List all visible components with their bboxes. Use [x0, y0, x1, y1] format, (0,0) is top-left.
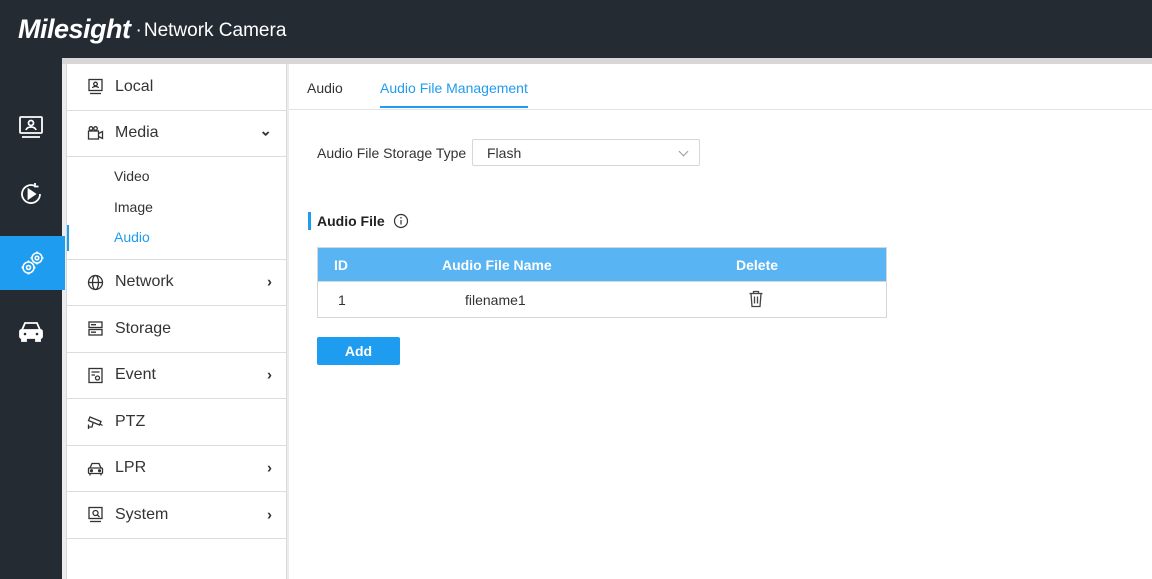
menu-item-system[interactable]: System ›: [67, 492, 286, 539]
menu-item-media[interactable]: Media ⌄: [67, 111, 286, 157]
product-dot: ·: [135, 20, 142, 41]
network-icon: [87, 274, 104, 291]
tab-audio-file-management[interactable]: Audio File Management: [380, 80, 528, 108]
column-header-name: Audio File Name: [442, 257, 552, 273]
media-submenu: Video Image Audio: [67, 157, 286, 260]
storage-type-label: Audio File Storage Type: [317, 145, 467, 161]
menu-item-lpr[interactable]: LPR ›: [67, 446, 286, 492]
chevron-down-icon: [678, 146, 689, 157]
trash-icon[interactable]: [748, 290, 764, 308]
submenu-item-video[interactable]: Video: [67, 161, 286, 192]
rail-live-view[interactable]: [0, 100, 62, 154]
media-icon: [87, 125, 104, 142]
rail-playback[interactable]: [0, 167, 62, 221]
info-icon[interactable]: [393, 213, 409, 229]
local-icon: [87, 78, 104, 95]
section-title-audio-file: Audio File: [308, 212, 385, 230]
chevron-down-icon: ⌄: [259, 122, 272, 140]
menu-label-local: Local: [115, 77, 154, 95]
menu-item-event[interactable]: Event ›: [67, 353, 286, 399]
product-label: Network Camera: [143, 20, 287, 41]
storage-type-select[interactable]: Flash: [472, 139, 700, 166]
menu-item-storage[interactable]: Storage: [67, 306, 286, 353]
audio-file-table: ID Audio File Name Delete 1 filename1: [317, 247, 887, 318]
menu-item-ptz[interactable]: PTZ: [67, 399, 286, 446]
tab-bar: Audio Audio File Management: [289, 64, 1152, 110]
column-header-delete: Delete: [736, 257, 779, 273]
menu-label-network: Network: [115, 273, 174, 291]
rail-vehicle[interactable]: [0, 304, 62, 358]
menu-item-local[interactable]: Local: [67, 64, 286, 111]
column-header-id: ID: [334, 257, 348, 273]
cell-id: 1: [338, 292, 346, 308]
playback-icon: [21, 183, 41, 204]
menu-label-system: System: [115, 505, 169, 523]
chevron-right-icon: ›: [267, 506, 272, 524]
system-icon: [87, 506, 104, 523]
icon-rail: [0, 58, 65, 579]
table-row: 1 filename1: [318, 281, 886, 317]
live-view-icon: [19, 116, 43, 138]
brand-logo: Milesight: [18, 13, 131, 44]
event-icon: [87, 367, 104, 384]
storage-icon: [87, 320, 104, 337]
ptz-camera-icon: [87, 413, 104, 430]
menu-label-media: Media: [115, 124, 159, 142]
menu-label-ptz: PTZ: [115, 412, 146, 430]
chevron-right-icon: ›: [267, 273, 272, 291]
add-button[interactable]: Add: [317, 337, 400, 365]
storage-type-value: Flash: [487, 144, 522, 161]
tab-audio[interactable]: Audio: [307, 80, 343, 96]
top-header: Milesight · Network Camera: [0, 0, 1152, 58]
settings-icon: [21, 251, 43, 275]
settings-menu: Local Media ⌄ Video Image Audio Network …: [66, 64, 287, 579]
vehicle-icon: [19, 322, 43, 342]
product-name: · Network Camera: [136, 20, 287, 42]
main-content: Audio Audio File Management Audio File S…: [289, 64, 1152, 579]
table-header: ID Audio File Name Delete: [318, 248, 886, 281]
chevron-right-icon: ›: [267, 459, 272, 477]
menu-item-network[interactable]: Network ›: [67, 260, 286, 306]
menu-label-event: Event: [115, 366, 156, 384]
chevron-right-icon: ›: [267, 366, 272, 384]
rail-settings[interactable]: [0, 236, 65, 290]
menu-label-lpr: LPR: [115, 459, 147, 477]
cell-file-name: filename1: [465, 292, 526, 308]
submenu-item-image[interactable]: Image: [67, 192, 286, 223]
submenu-item-audio[interactable]: Audio: [67, 222, 286, 253]
menu-label-storage: Storage: [115, 319, 172, 337]
car-icon: [87, 460, 104, 477]
